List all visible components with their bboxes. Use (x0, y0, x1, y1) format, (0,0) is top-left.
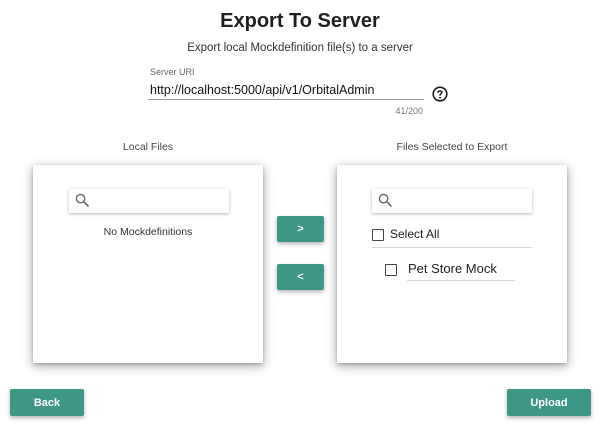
move-left-button[interactable]: < (277, 264, 324, 290)
search-icon (75, 193, 89, 207)
local-files-search[interactable] (69, 189, 229, 213)
page-title: Export To Server (220, 10, 380, 32)
local-files-label: Local Files (122, 141, 174, 153)
select-all-label[interactable]: Select All (390, 227, 439, 241)
item-checkbox[interactable] (385, 264, 397, 276)
back-button[interactable]: Back (10, 389, 84, 416)
item-label[interactable]: Pet Store Mock (408, 261, 497, 276)
item-divider (407, 280, 515, 281)
local-files-search-input[interactable] (95, 191, 225, 211)
page-subtitle: Export local Mockdefinition file(s) to a… (187, 42, 413, 54)
select-all-checkbox[interactable] (372, 229, 384, 241)
selected-files-label: Files Selected to Export (396, 141, 508, 153)
local-files-empty-message: No Mockdefinitions (103, 226, 193, 238)
select-all-divider (372, 247, 532, 248)
search-icon (378, 193, 392, 207)
local-files-panel (33, 165, 263, 363)
server-uri-counter: 41/200 (395, 106, 423, 116)
selected-files-panel: Select All Pet Store Mock (337, 165, 567, 363)
server-uri-label: Server URI (150, 67, 195, 77)
upload-button[interactable]: Upload (507, 389, 591, 416)
help-circle-icon[interactable] (432, 86, 448, 102)
move-right-button[interactable]: > (277, 216, 324, 242)
selected-files-search-input[interactable] (398, 191, 528, 211)
selected-files-search[interactable] (372, 189, 532, 213)
server-uri-input[interactable] (148, 80, 424, 100)
